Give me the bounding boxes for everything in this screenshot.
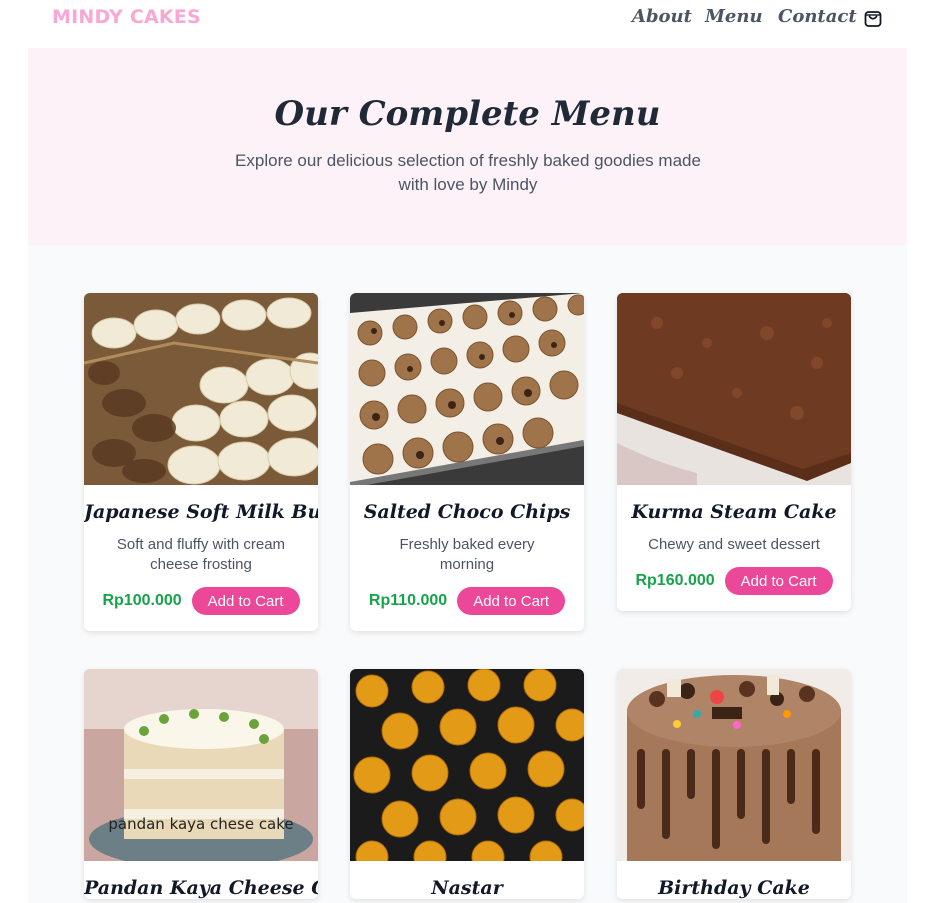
product-name: Pandan Kaya Cheese Cake (84, 877, 318, 899)
product-description: Freshly baked every morning (399, 536, 535, 573)
product-card: Birthday Cake (617, 669, 851, 899)
image-caption: pandan kaya chese cake (108, 815, 293, 833)
add-to-cart-button[interactable]: Add to Cart (191, 587, 300, 615)
brand-logo[interactable]: MINDY CAKES (52, 6, 201, 28)
product-name: Japanese Soft Milk Bun (84, 501, 318, 523)
product-price: Rp110.000 (368, 592, 448, 609)
product-card: pandan kaya chese cake Pandan Kaya Chees… (84, 669, 318, 899)
product-name: Nastar (431, 877, 503, 899)
page-title: Our Complete Menu (274, 94, 661, 134)
product-name: Kurma Steam Cake (631, 501, 837, 523)
product-name: Birthday Cake (658, 877, 810, 899)
product-image-choco-chips (350, 293, 584, 485)
product-footer: Rp160.000 Add to Cart (617, 567, 851, 595)
nav-link-about[interactable]: About (632, 6, 692, 27)
product-image-birthday-cake (617, 669, 851, 861)
product-name: Salted Choco Chips (363, 501, 571, 523)
shopping-bag-icon[interactable] (863, 8, 883, 28)
add-to-cart-button[interactable]: Add to Cart (457, 587, 566, 615)
product-image-nastar (350, 669, 584, 861)
product-footer: Rp100.000 Add to Cart (84, 587, 318, 615)
page-subtitle: Explore our delicious selection of fresh… (235, 151, 701, 194)
product-description: Chewy and sweet dessert (648, 536, 820, 553)
nav-link-contact[interactable]: Contact (778, 6, 857, 27)
add-to-cart-button[interactable]: Add to Cart (724, 567, 833, 595)
product-card: Salted Choco Chips Freshly baked every m… (350, 293, 584, 631)
product-footer: Rp110.000 Add to Cart (350, 587, 584, 615)
product-image-pandan-cake: pandan kaya chese cake (84, 669, 318, 861)
product-card: Japanese Soft Milk Bun Soft and fluffy w… (84, 293, 318, 631)
product-price: Rp100.000 (102, 592, 182, 609)
navbar: MINDY CAKES About Menu Contact (0, 0, 935, 36)
product-image-kurma-cake (617, 293, 851, 485)
menu-section: Japanese Soft Milk Bun Soft and fluffy w… (28, 245, 907, 903)
product-description: Soft and fluffy with cream cheese frosti… (116, 536, 286, 573)
product-image-milk-bun (84, 293, 318, 485)
nav-link-menu[interactable]: Menu (705, 6, 763, 27)
product-price: Rp160.000 (635, 572, 715, 589)
product-card: Nastar (350, 669, 584, 899)
hero-section: Our Complete Menu Explore our delicious … (28, 48, 907, 245)
product-card: Kurma Steam Cake Chewy and sweet dessert… (617, 293, 851, 611)
